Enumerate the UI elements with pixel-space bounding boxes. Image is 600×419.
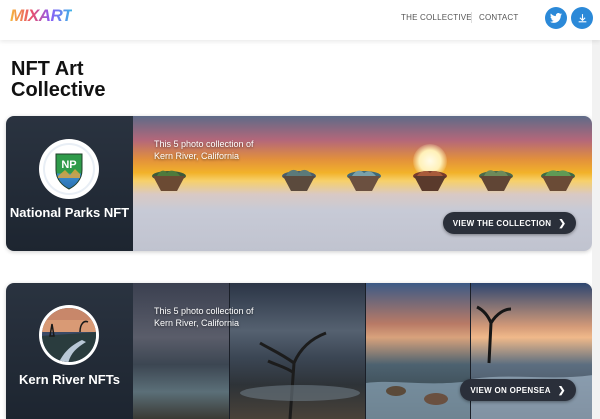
chevron-right-icon: ❯	[558, 217, 567, 228]
photo-2	[230, 283, 365, 419]
card-sidebar: Kern River NFTs	[6, 283, 133, 419]
twitter-button[interactable]	[545, 7, 567, 29]
floating-island-2	[282, 169, 316, 191]
photo-3	[366, 283, 470, 419]
collection-card-national-parks: NP National Parks NFT This 5 photo colle…	[6, 116, 592, 251]
floating-island-1	[152, 170, 186, 191]
kern-river-avatar	[39, 305, 99, 365]
page-scrollbar[interactable]	[592, 40, 600, 419]
download-button[interactable]	[571, 7, 593, 29]
card-sidebar: NP National Parks NFT	[6, 116, 133, 251]
floating-island-6	[541, 170, 575, 191]
nav-divider	[471, 12, 472, 23]
top-nav-bar: MIXART THE COLLECTIVE CONTACT	[0, 0, 600, 40]
national-parks-badge: NP	[39, 139, 99, 199]
card-title: National Parks NFT	[9, 205, 130, 220]
nav-the-collective[interactable]: THE COLLECTIVE	[401, 13, 472, 22]
photo-1	[133, 283, 229, 419]
button-label: VIEW ON OPENSEA	[470, 385, 551, 395]
view-collection-button[interactable]: VIEW THE COLLECTION ❯	[443, 212, 576, 234]
download-icon	[578, 13, 586, 22]
card-description: This 5 photo collection of Kern River, C…	[154, 139, 254, 161]
badge-text: NP	[61, 159, 77, 171]
tree-silhouette	[240, 331, 360, 419]
collection-card-kern-river: Kern River NFTs This 5 photo collection …	[6, 283, 592, 419]
floating-island-3	[347, 170, 381, 191]
river-rocks	[366, 381, 470, 419]
view-on-opensea-button[interactable]: VIEW ON OPENSEA ❯	[460, 379, 576, 401]
button-label: VIEW THE COLLECTION	[452, 218, 552, 228]
river-landscape-icon	[40, 306, 98, 364]
floating-island-4	[413, 171, 447, 191]
card-title: Kern River NFTs	[19, 372, 120, 387]
card-description: This 5 photo collection of Kern River, C…	[154, 306, 254, 328]
brand-logo[interactable]: MIXART	[10, 6, 72, 26]
nav-contact[interactable]: CONTACT	[479, 13, 518, 22]
floating-island-5	[479, 170, 513, 191]
page-title: NFT Art Collective	[11, 58, 106, 101]
chevron-right-icon: ❯	[557, 384, 566, 395]
twitter-icon	[550, 13, 562, 23]
